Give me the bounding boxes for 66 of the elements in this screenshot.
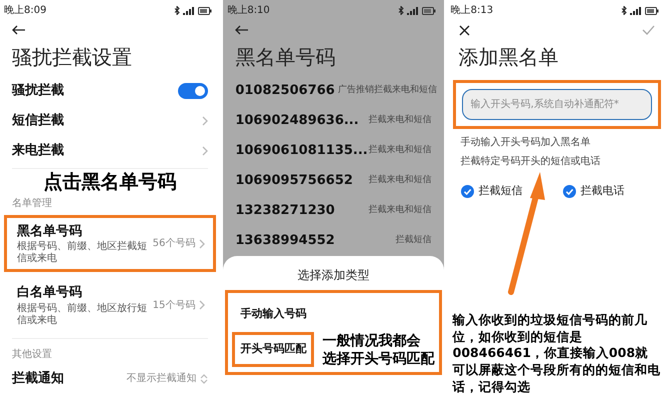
signal-icon — [630, 6, 642, 14]
phone-number: 13238271230 — [235, 202, 335, 220]
setting-label: 来电拦截 — [12, 142, 64, 160]
block-mode: 拦截来电和短信 — [368, 114, 432, 128]
list-item[interactable]: 白名单号码 根据号码、前缀、地区放行短信或来电 15个号码 — [4, 276, 216, 334]
phone-number: 106902489636... — [235, 112, 359, 130]
block-mode: 拦截来电和短信 — [368, 204, 432, 218]
hint-text: 手动输入开头号码加入黑名单 — [460, 136, 592, 150]
setting-label: 短信拦截 — [12, 112, 64, 130]
bluetooth-icon — [620, 6, 627, 15]
section-heading: 其他设置 — [11, 348, 53, 362]
close-icon[interactable] — [458, 24, 470, 36]
item-description: 根据号码、前缀、地区放行短信或来电 — [17, 302, 148, 327]
setting-label: 骚扰拦截 — [12, 82, 64, 100]
checkbox-label: 拦截短信 — [478, 183, 523, 199]
hint-text: 拦截特定号码开头的短信或电话 — [460, 154, 602, 169]
back-arrow-icon[interactable] — [12, 25, 26, 35]
setting-value: 不显示拦截通知 — [126, 372, 196, 386]
chevron-icon — [199, 300, 206, 310]
bluetooth-icon — [174, 6, 180, 15]
battery-icon — [198, 6, 212, 14]
list-item[interactable]: 黑名单号码 根据号码、前缀、地区拦截短信或来电 56个号码 — [4, 214, 216, 272]
chevron-icon — [202, 146, 208, 156]
annotation-text: 点击黑名单号码 — [42, 171, 178, 194]
page-title: 添加黑名单 — [458, 44, 560, 71]
phone-number: 13638994552 — [235, 232, 335, 250]
back-arrow-icon[interactable] — [235, 25, 250, 35]
phone-number: 1069061081135... — [235, 142, 368, 160]
status-time: 晚上8:09 — [4, 4, 46, 18]
phone-number: 1069095756652 — [235, 172, 353, 190]
item-title: 黑名单号码 — [17, 222, 83, 240]
battery-icon — [644, 6, 659, 14]
phone-number: 01082506766 — [235, 82, 335, 100]
confirm-check-icon[interactable] — [642, 25, 655, 35]
annotation-text: 一般情况我都会 选择开头号码匹配 — [322, 332, 434, 368]
chevron-icon — [202, 116, 208, 126]
sheet-title: 选择添加类型 — [296, 267, 370, 284]
item-title: 白名单号码 — [17, 284, 83, 302]
checkbox[interactable] — [460, 184, 474, 198]
block-mode: 拦截短信 — [396, 234, 432, 248]
block-mode: 拦截来电和短信 — [368, 174, 432, 188]
bluetooth-icon — [398, 6, 404, 15]
page-title: 黑名单号码 — [234, 44, 336, 71]
item-description: 根据号码、前缀、地区拦截短信或来电 — [17, 241, 148, 266]
sheet-option[interactable]: 手动输入号码 — [232, 297, 314, 332]
section-heading: 名单管理 — [11, 196, 53, 211]
chevron-icon — [199, 238, 206, 249]
item-count: 56个号码 — [152, 237, 196, 252]
number-input-field[interactable]: 输入开头号码,系统自动补通配符* — [462, 89, 652, 120]
status-time: 晚上8:13 — [450, 4, 494, 18]
item-count: 15个号码 — [152, 298, 196, 313]
signal-icon — [183, 6, 196, 14]
checkbox[interactable] — [562, 184, 576, 198]
toggle-switch[interactable] — [178, 83, 208, 99]
battery-icon — [422, 6, 436, 14]
annotation-text: 输入你收到的垃圾短信号码的前几位，如你收到的短信是008466461，你直接输入008就可以屏蔽这个号段所有的的短信和电话，记得勾选 — [451, 312, 662, 396]
block-mode: 拦截来电和短信 — [374, 84, 437, 98]
page-title: 骚扰拦截设置 — [11, 44, 133, 71]
number-tag: 广告推销 — [338, 84, 374, 98]
setting-label: 拦截通知 — [12, 370, 64, 388]
block-mode: 拦截来电和短信 — [368, 144, 432, 158]
status-time: 晚上8:10 — [227, 4, 270, 18]
expand-icon — [200, 374, 208, 384]
signal-icon — [406, 6, 419, 14]
sheet-option[interactable]: 开头号码匹配 — [232, 332, 314, 367]
checkbox-label: 拦截电话 — [580, 183, 625, 199]
